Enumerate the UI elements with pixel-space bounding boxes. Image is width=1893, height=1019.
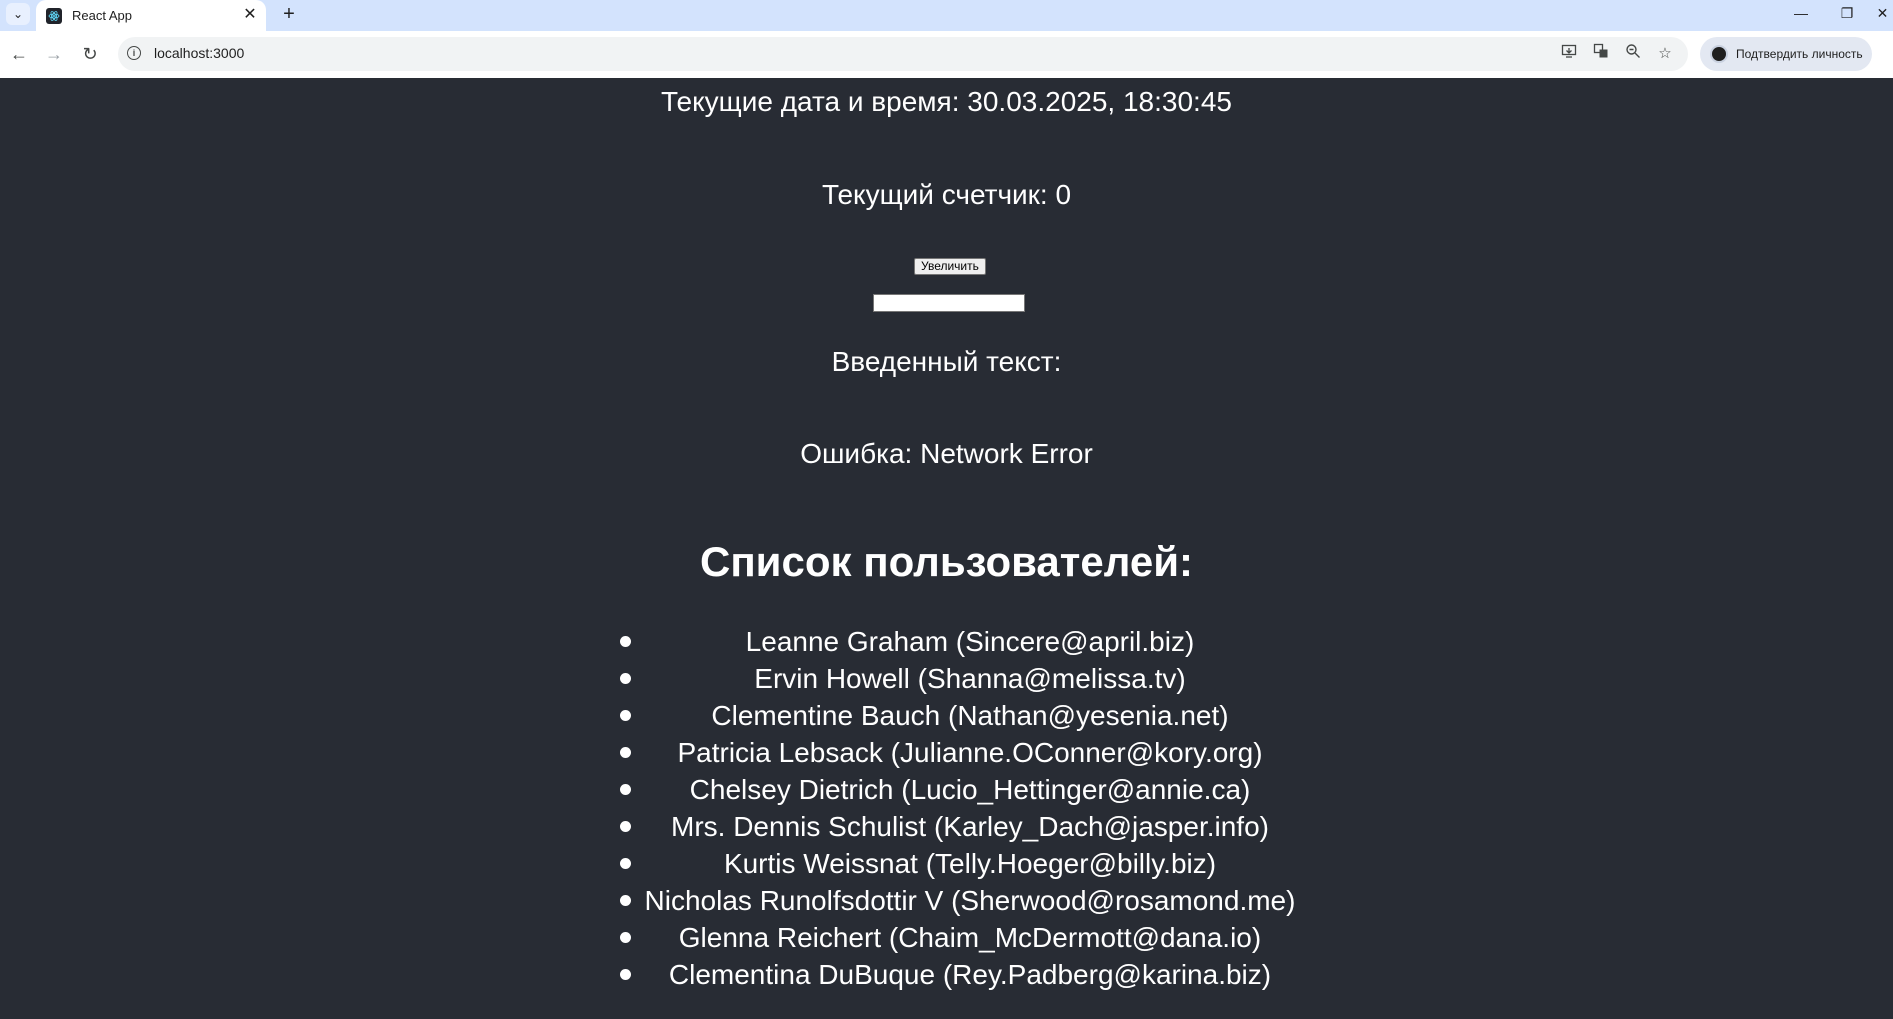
list-item: Clementina DuBuque (Rey.Padberg@karina.b…	[620, 956, 1320, 993]
user-entry: Kurtis Weissnat (Telly.Hoeger@billy.biz)	[723, 848, 1217, 879]
user-entry: Nicholas Runolfsdottir V (Sherwood@rosam…	[644, 885, 1296, 916]
bullet-icon	[620, 673, 631, 684]
avatar-icon	[1710, 45, 1728, 63]
browser-toolbar: ← → ↻ i localhost:3000 ☆ Подтвердить лич…	[0, 31, 1893, 78]
list-item: Mrs. Dennis Schulist (Karley_Dach@jasper…	[620, 808, 1320, 845]
react-app: Текущие дата и время: 30.03.2025, 18:30:…	[0, 78, 1893, 1019]
user-entry: Leanne Graham (Sincere@april.biz)	[745, 626, 1195, 657]
entered-text: Введенный текст:	[831, 346, 1062, 377]
list-item: Ervin Howell (Shanna@melissa.tv)	[620, 660, 1320, 697]
bullet-icon	[620, 784, 631, 795]
users-list: Leanne Graham (Sincere@april.biz) Ervin …	[620, 623, 1320, 993]
users-heading: Список пользователей:	[699, 538, 1194, 585]
react-favicon-icon	[46, 7, 62, 24]
bullet-icon	[620, 858, 631, 869]
list-item: Glenna Reichert (Chaim_McDermott@dana.io…	[620, 919, 1320, 956]
tab-title: React App	[72, 8, 132, 23]
current-datetime: Текущие дата и время: 30.03.2025, 18:30:…	[661, 86, 1232, 117]
back-icon[interactable]: ←	[7, 42, 31, 66]
bullet-icon	[620, 710, 631, 721]
user-entry: Chelsey Dietrich (Lucio_Hettinger@annie.…	[689, 774, 1251, 805]
translate-icon[interactable]	[1590, 43, 1612, 65]
bookmark-star-icon[interactable]: ☆	[1654, 43, 1676, 65]
new-tab-button[interactable]: +	[278, 4, 300, 26]
bullet-icon	[620, 932, 631, 943]
bullet-icon	[620, 895, 631, 906]
increment-button[interactable]: Увеличить	[914, 258, 986, 275]
user-entry: Mrs. Dennis Schulist (Karley_Dach@jasper…	[671, 811, 1269, 842]
bullet-icon	[620, 747, 631, 758]
user-entry: Clementine Bauch (Nathan@yesenia.net)	[711, 700, 1229, 731]
url-text[interactable]: localhost:3000	[154, 45, 244, 61]
tab-react-app[interactable]: React App ✕	[36, 0, 266, 31]
restore-icon[interactable]: ❐	[1832, 2, 1862, 24]
profile-label: Подтвердить личность	[1736, 47, 1863, 61]
list-item: Patricia Lebsack (Julianne.OConner@kory.…	[620, 734, 1320, 771]
list-item: Clementine Bauch (Nathan@yesenia.net)	[620, 697, 1320, 734]
minimize-icon[interactable]: —	[1786, 2, 1816, 24]
site-info-icon[interactable]: i	[127, 46, 141, 60]
user-entry: Patricia Lebsack (Julianne.OConner@kory.…	[677, 737, 1263, 768]
tab-list-icon[interactable]: ⌄	[6, 3, 30, 25]
install-app-icon[interactable]	[1558, 43, 1580, 65]
reload-icon[interactable]: ↻	[78, 42, 102, 66]
list-item: Leanne Graham (Sincere@april.biz)	[620, 623, 1320, 660]
counter-text: Текущий счетчик: 0	[821, 179, 1072, 210]
error-message: Ошибка: Network Error	[800, 438, 1093, 469]
zoom-icon[interactable]	[1622, 43, 1644, 65]
user-entry: Glenna Reichert (Chaim_McDermott@dana.io…	[678, 922, 1262, 953]
bullet-icon	[620, 969, 631, 980]
bullet-icon	[620, 821, 631, 832]
user-entry: Ervin Howell (Shanna@melissa.tv)	[754, 663, 1186, 694]
tab-strip: ⌄ React App ✕ + — ❐ ✕	[0, 0, 1893, 31]
list-item: Chelsey Dietrich (Lucio_Hettinger@annie.…	[620, 771, 1320, 808]
profile-button[interactable]: Подтвердить личность	[1700, 37, 1872, 71]
user-entry: Clementina DuBuque (Rey.Padberg@karina.b…	[668, 959, 1272, 990]
browser-chrome: ⌄ React App ✕ + — ❐ ✕ ← → ↻ i localhost:…	[0, 0, 1893, 78]
tab-close-icon[interactable]: ✕	[242, 7, 258, 23]
bullet-icon	[620, 636, 631, 647]
window-close-icon[interactable]: ✕	[1872, 2, 1893, 24]
list-item: Kurtis Weissnat (Telly.Hoeger@billy.biz)	[620, 845, 1320, 882]
text-input[interactable]	[873, 294, 1025, 312]
forward-icon[interactable]: →	[42, 42, 66, 66]
address-bar[interactable]: i localhost:3000 ☆	[118, 37, 1688, 71]
list-item: Nicholas Runolfsdottir V (Sherwood@rosam…	[620, 882, 1320, 919]
